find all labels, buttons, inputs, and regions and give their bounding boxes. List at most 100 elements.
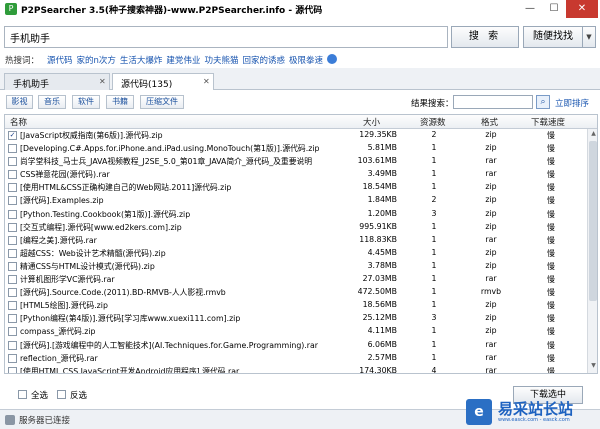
table-row[interactable]: 超越CSS：Web设计艺术精髓(源代码).zip 4.45MB 1 zip 慢 [5,247,587,260]
close-button[interactable]: ✕ [566,0,598,18]
select-all-label[interactable]: 全选 [31,389,48,401]
row-checkbox[interactable] [8,222,17,232]
row-checkbox[interactable] [8,144,17,154]
row-speed: 慢 [547,275,555,285]
column-header-resources[interactable]: 资源数 [420,116,446,128]
row-checkbox[interactable]: ✓ [8,131,17,140]
row-checkbox[interactable] [8,301,17,311]
invert-selection-checkbox[interactable] [57,390,66,399]
maximize-button[interactable]: ☐ [542,0,566,18]
close-icon[interactable]: ✕ [99,77,106,86]
table-row[interactable]: [交互式编程].源代码[www.ed2kers.com].zip 995.91KB… [5,221,587,234]
table-row[interactable]: 计算机图形学VC源代码.rar 27.03MB 1 rar 慢 [5,273,587,286]
table-row[interactable]: [源代码].Examples.zip 1.84MB 2 zip 慢 [5,194,587,207]
row-name: reflection_源代码.rar [20,353,98,363]
result-search-input[interactable] [453,95,533,109]
table-row[interactable]: 尚学堂科技_马士兵_JAVA视频教程_J2SE_5.0_第01章_JAVA简介_… [5,155,587,168]
column-header-format[interactable]: 格式 [481,116,498,128]
row-checkbox[interactable] [8,327,17,337]
table-row[interactable]: [HTML5绘图].源代码.zip 18.56MB 1 zip 慢 [5,299,587,312]
row-checkbox[interactable] [8,196,17,206]
filter-software-button[interactable]: 软件 [72,95,100,109]
row-checkbox[interactable] [8,170,17,180]
row-checkbox[interactable] [8,261,17,271]
table-row[interactable]: compass_源代码.zip 4.11MB 1 zip 慢 [5,325,587,338]
tab-shouji[interactable]: 手机助手 ✕ [4,73,110,90]
scroll-down-icon[interactable]: ▼ [589,362,597,372]
row-speed: 慢 [547,353,555,363]
window-controls: — ☐ ✕ [518,0,598,18]
table-row[interactable]: [源代码].Source.Code.(2011).BD-RMVB-人人影视.rm… [5,286,587,299]
watermark-text: 易采站长站 [498,400,574,418]
table-row[interactable]: 精通CSS与HTML设计模式(源代码).zip 3.78MB 1 zip 慢 [5,260,587,273]
row-checkbox[interactable] [8,314,17,324]
row-format: zip [485,326,497,336]
row-checkbox[interactable] [8,288,17,298]
tab-strip: 手机助手 ✕ 源代码(135) ✕ [0,68,600,91]
hot-term[interactable]: 生活大爆炸 [120,54,163,66]
hot-term[interactable]: 极限拳速 [289,54,323,66]
invert-selection-label[interactable]: 反选 [70,389,87,401]
row-name: [Developing.C#.Apps.for.iPhone.and.iPad.… [20,144,320,154]
table-header: 名称 大小 资源数 格式 下载速度 [5,115,597,129]
row-checkbox[interactable] [8,248,17,258]
table-row[interactable]: [编程之美].源代码.rar 118.83KB 1 rar 慢 [5,234,587,247]
row-speed: 慢 [547,209,555,219]
row-checkbox[interactable] [8,366,17,373]
filter-music-button[interactable]: 音乐 [38,95,66,109]
table-row[interactable]: [使用HTML&CSS正确构建自己的Web网站.2011]源代码.zip 18.5… [5,181,587,194]
row-checkbox[interactable] [8,353,17,363]
results-table: 名称 大小 资源数 格式 下载速度 ✓ [JavaScript权威指南(第6版)]… [4,114,598,374]
row-resources: 1 [431,247,437,257]
row-size: 3.78MB [367,260,397,270]
random-search-button[interactable]: 随便找找 [523,26,583,48]
hot-term[interactable]: 回家的诱惑 [242,54,285,66]
hot-term[interactable]: 源代码 [47,54,73,66]
row-speed: 慢 [547,222,555,232]
scroll-thumb[interactable] [589,141,597,301]
vertical-scrollbar[interactable]: ▲ ▼ [587,129,597,373]
random-dropdown-button[interactable]: ▼ [583,26,596,48]
sort-now-link[interactable]: 立即排序 [555,97,589,109]
hot-term[interactable]: 功夫熊猫 [204,54,238,66]
row-checkbox[interactable] [8,275,17,285]
table-row[interactable]: [Python编程(第4版)].源代码[学习库www.xuexi111.com]… [5,312,587,325]
filter-books-button[interactable]: 书籍 [106,95,134,109]
column-header-name[interactable]: 名称 [10,116,27,128]
table-row[interactable]: [使用HTML,CSS,JavaScript开发Android应用程序].源代码… [5,365,587,374]
row-name: [使用HTML,CSS,JavaScript开发Android应用程序].源代码… [20,366,240,374]
hot-term[interactable]: 建党伟业 [166,54,200,66]
minimize-button[interactable]: — [518,0,542,18]
select-all-checkbox[interactable] [18,390,27,399]
filter-archive-button[interactable]: 压缩文件 [140,95,184,109]
column-header-size[interactable]: 大小 [363,116,380,128]
column-header-speed[interactable]: 下载速度 [531,116,565,128]
table-row[interactable]: reflection_源代码.rar 2.57MB 1 rar 慢 [5,352,587,365]
scroll-up-icon[interactable]: ▲ [589,130,597,140]
row-format: rar [485,339,497,349]
row-checkbox[interactable] [8,235,17,245]
row-checkbox[interactable] [8,340,17,350]
table-row[interactable]: ✓ [JavaScript权威指南(第6版)].源代码.zip 129.35KB 2 z… [5,129,587,142]
hot-term[interactable]: 家的n次方 [77,54,116,66]
globe-icon[interactable] [326,54,337,64]
search-input[interactable] [4,26,448,48]
table-row[interactable]: [Python.Testing.Cookbook(第1版)].源代码.zip 1.… [5,208,587,221]
row-resources: 1 [431,221,437,231]
table-row[interactable]: CSS禅意花园(源代码).rar 3.49MB 1 rar 慢 [5,168,587,181]
row-checkbox[interactable] [8,183,17,193]
table-row[interactable]: [Developing.C#.Apps.for.iPhone.and.iPad.… [5,142,587,155]
status-text: 服务器已连接 [19,416,71,426]
tab-yuandaima[interactable]: 源代码(135) ✕ [112,73,214,91]
filter-video-button[interactable]: 影视 [6,95,33,109]
close-icon[interactable]: ✕ [203,77,210,86]
row-size: 2.57MB [367,352,397,362]
row-speed: 慢 [547,170,555,180]
row-checkbox[interactable] [8,157,17,167]
search-icon[interactable]: ⌕ [536,95,550,109]
window-title: P2PSearcher 3.5(种子搜索神器)-www.P2PSearcher.… [21,6,323,16]
row-speed: 慢 [547,301,555,311]
search-button[interactable]: 搜 索 [451,26,519,48]
table-row[interactable]: [源代码].[游戏编程中的人工智能技术](AI.Techniques.for.G… [5,339,587,352]
row-checkbox[interactable] [8,209,17,219]
